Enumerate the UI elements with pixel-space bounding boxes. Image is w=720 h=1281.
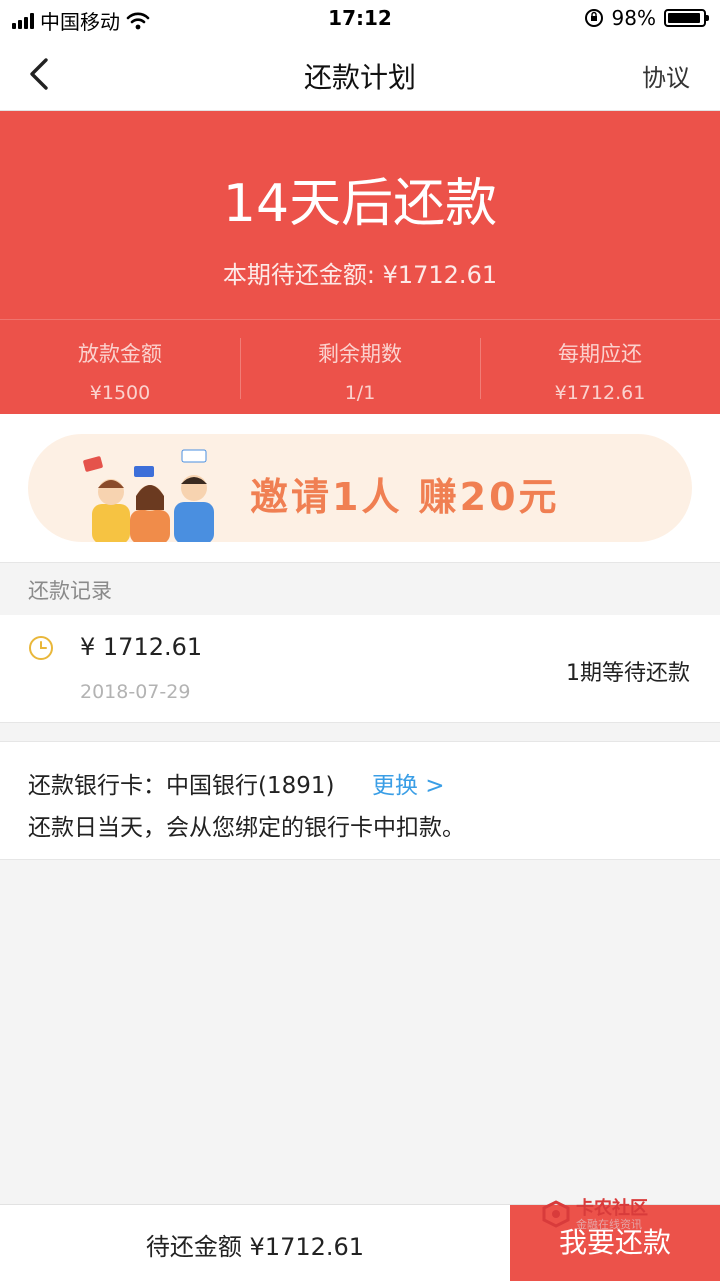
bank-card-label: 还款银行卡：中国银行(1891) bbox=[28, 773, 335, 799]
records-header-label: 还款记录 bbox=[28, 579, 112, 603]
nav-bar: 还款计划 协议 bbox=[0, 36, 720, 111]
people-illustration-icon bbox=[83, 449, 214, 542]
invite-banner[interactable]: 邀请1人 赚20元 bbox=[28, 434, 692, 542]
current-due-amount: 本期待还金额: ¥1712.61 bbox=[222, 261, 498, 289]
page-title: 还款计划 bbox=[303, 61, 416, 94]
stat-label: 剩余期数 bbox=[318, 342, 402, 366]
bottom-bar: 待还金额 ¥1712.61 我要还款 bbox=[0, 1204, 720, 1281]
stat-remaining-periods: 剩余期数 1/1 bbox=[240, 320, 480, 415]
status-right: 98% bbox=[584, 6, 709, 30]
status-bar: 中国移动 17:12 98% bbox=[0, 0, 720, 36]
change-card-link[interactable]: 更换 > bbox=[372, 766, 445, 800]
battery-icon bbox=[664, 9, 709, 27]
record-status: 1期等待还款 bbox=[566, 661, 690, 686]
stat-value: ¥1712.61 bbox=[554, 382, 646, 404]
pending-amount: 待还金额 ¥1712.61 bbox=[145, 1233, 365, 1261]
record-amount: ¥ 1712.61 bbox=[80, 633, 203, 661]
agreement-link[interactable]: 协议 bbox=[642, 58, 690, 93]
battery-percent: 98% bbox=[611, 6, 656, 30]
deduction-notice: 还款日当天，会从您绑定的银行卡中扣款。 bbox=[28, 815, 465, 841]
repay-button[interactable]: 我要还款 bbox=[510, 1205, 720, 1281]
clock-icon bbox=[29, 636, 53, 660]
invite-banner-text: 邀请1人 赚20元 bbox=[250, 475, 560, 519]
stat-per-period: 每期应还 ¥1712.61 bbox=[480, 320, 720, 415]
repayment-summary: 14天后还款 本期待还金额: ¥1712.61 放款金额 ¥1500 剩余期数 … bbox=[0, 111, 720, 414]
stat-value: ¥1500 bbox=[89, 382, 151, 404]
records-section-header: 还款记录 bbox=[0, 562, 720, 616]
bank-card-info: 还款银行卡：中国银行(1891) 更换 > 还款日当天，会从您绑定的银行卡中扣款… bbox=[0, 741, 720, 860]
stat-label: 放款金额 bbox=[78, 342, 162, 366]
rotation-lock-icon bbox=[584, 9, 603, 27]
stat-label: 每期应还 bbox=[558, 342, 642, 366]
stat-loan-amount: 放款金额 ¥1500 bbox=[0, 320, 240, 415]
list-item[interactable]: ¥ 1712.61 2018-07-29 1期等待还款 bbox=[0, 615, 720, 723]
record-date: 2018-07-29 bbox=[80, 681, 191, 703]
days-until-due: 14天后还款 bbox=[222, 174, 498, 234]
stat-value: 1/1 bbox=[344, 382, 376, 404]
banner-area: 邀请1人 赚20元 bbox=[0, 414, 720, 562]
loan-stats: 放款金额 ¥1500 剩余期数 1/1 每期应还 ¥1712.61 bbox=[0, 319, 720, 415]
